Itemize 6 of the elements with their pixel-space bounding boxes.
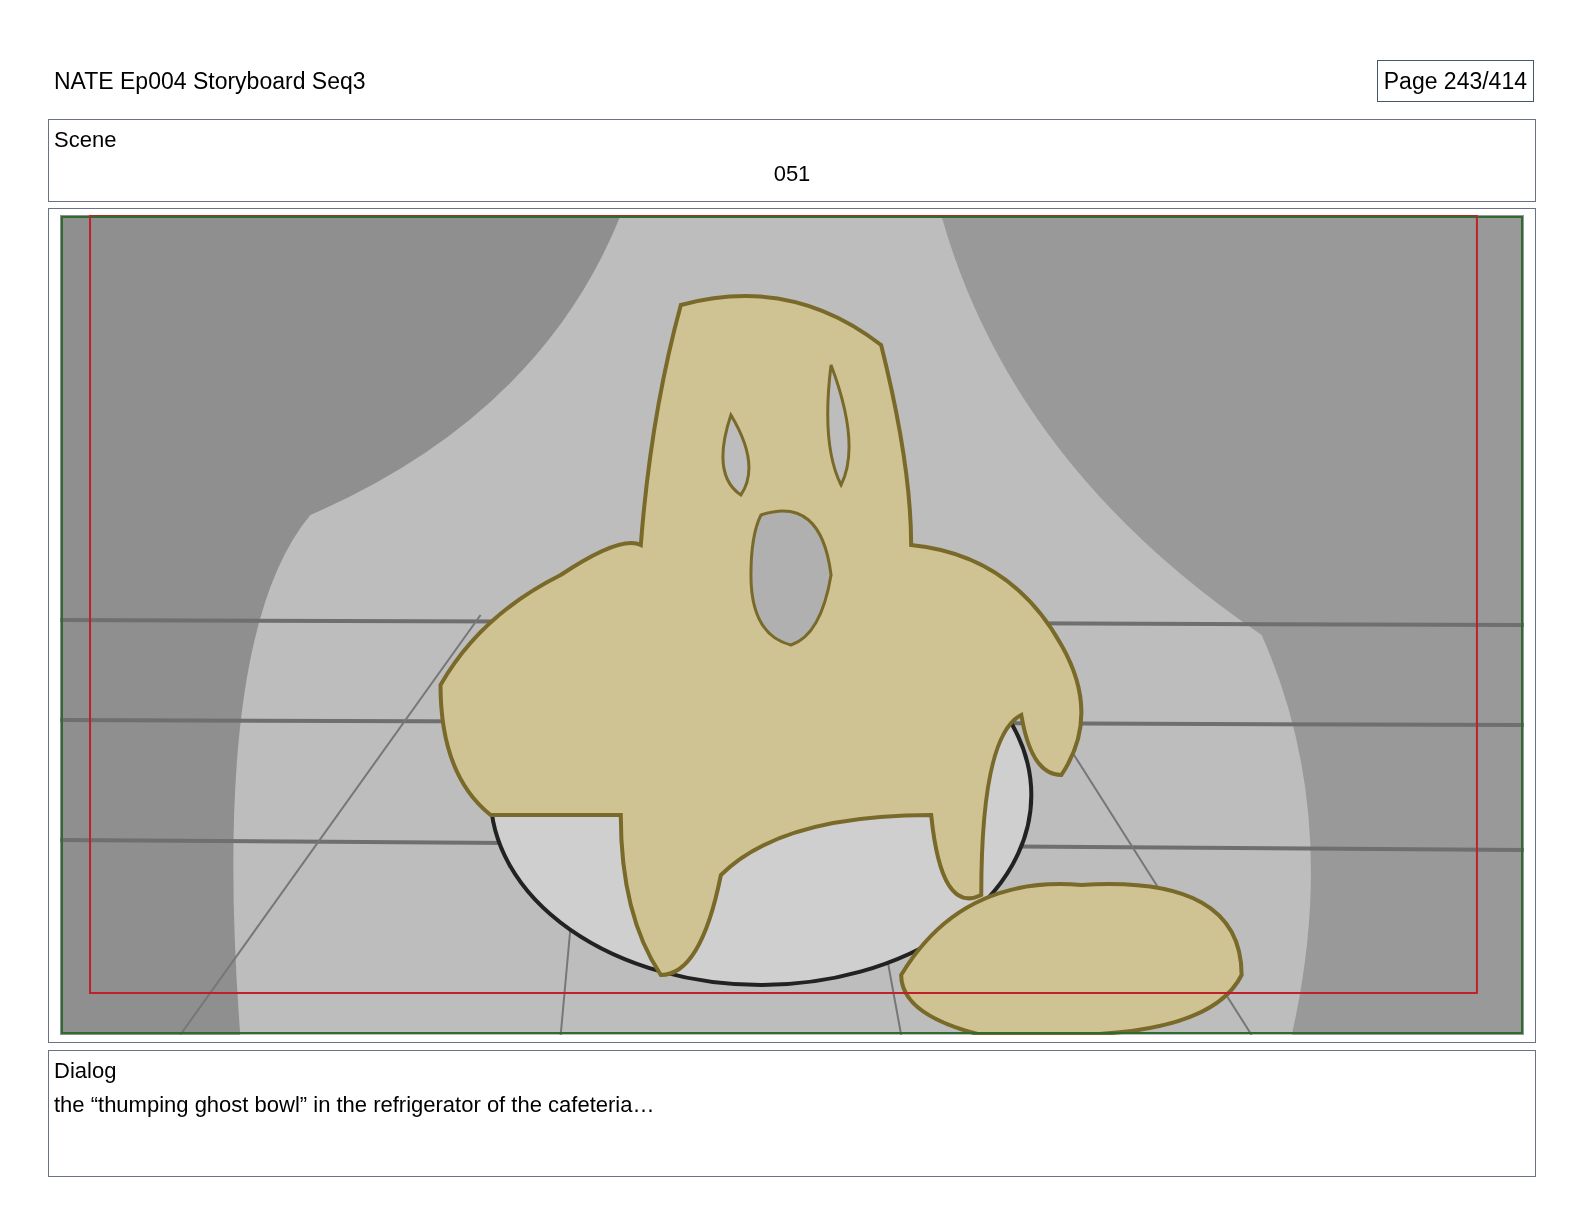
page-number: Page 243/414	[1376, 60, 1534, 102]
scene-number: 051	[773, 160, 811, 188]
dialog-label: Dialog	[54, 1057, 117, 1085]
document-title: NATE Ep004 Storyboard Seq3	[54, 66, 366, 96]
scene-label: Scene	[54, 126, 117, 154]
dialog-text: the “thumping ghost bowl” in the refrigerator of the cafeteria…	[54, 1091, 655, 1119]
